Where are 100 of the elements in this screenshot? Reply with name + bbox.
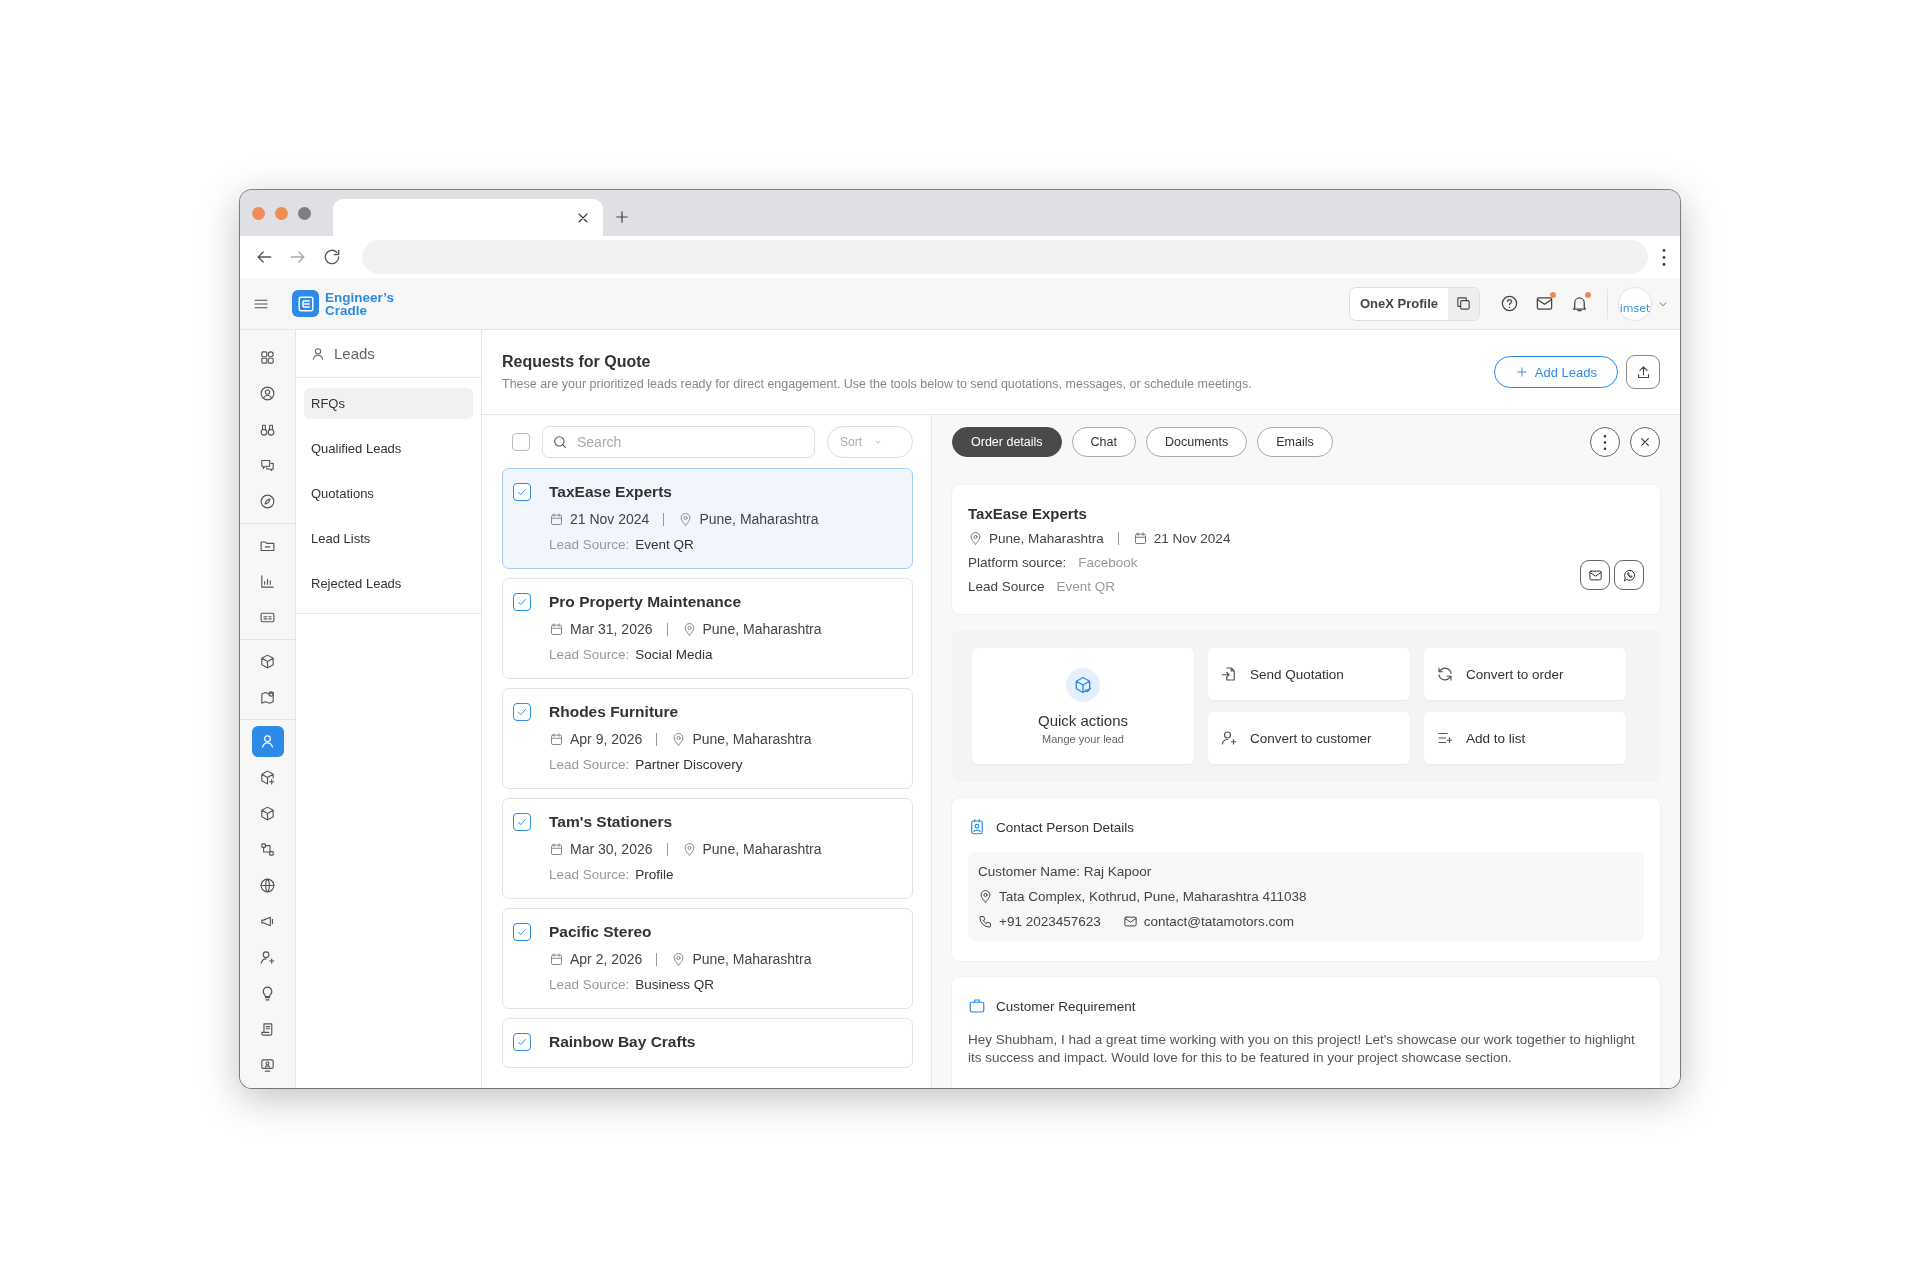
lead-card[interactable]: Pro Property Maintenance Mar 31, 2026 Pune, Maharashtra Lead Source: Social Media: [502, 578, 913, 679]
subnav-item[interactable]: Rejected Leads: [304, 568, 473, 599]
lead-card[interactable]: Rainbow Bay Crafts: [502, 1018, 913, 1068]
lead-source-label: Lead Source: [968, 579, 1045, 594]
address-text: Tata Complex, Kothrud, Pune, Maharashtra 411038: [999, 889, 1307, 904]
lead-date: Mar 31, 2026: [570, 621, 653, 637]
email-button[interactable]: [1580, 560, 1610, 590]
section-title: Leads: [334, 345, 375, 362]
lead-source-label: Lead Source:: [549, 757, 630, 772]
quick-actions-subtitle: Mange your lead: [1042, 732, 1124, 745]
page-title: Requests for Quote: [502, 353, 652, 371]
lead-source: Social Media: [635, 647, 713, 662]
send-file-icon: [1220, 665, 1238, 683]
bell-icon: [1570, 294, 1589, 313]
subnav-item[interactable]: Lead Lists: [304, 523, 473, 554]
quick-action-button[interactable]: Convert to order: [1424, 648, 1626, 700]
logo-text: Engineer’s Cradle: [325, 290, 395, 317]
date-text: 21 Nov 2024: [1153, 531, 1231, 546]
subnav-item[interactable]: RFQs: [304, 388, 473, 419]
requirement-text: Hey Shubham, I had a great time working with you on this project! Let's showcase our work together to highlight its success and impact. Would love for this to be featured in your project showcase section.: [968, 1031, 1636, 1067]
mail-icon: [1535, 294, 1554, 313]
lead-checkbox[interactable]: [513, 703, 531, 721]
user-icon: [310, 345, 326, 362]
calendar-icon: [1132, 531, 1148, 546]
user-plus-icon: [1220, 729, 1238, 747]
page-subtitle: These are your prioritized leads ready for direct engagement. Use the tools below to send quotations, messages, or schedule meetings.: [502, 377, 1253, 391]
calendar-icon: [549, 951, 564, 967]
lead-source: Event QR: [635, 537, 694, 552]
lead-checkbox[interactable]: [513, 813, 531, 831]
lead-source: Business QR: [635, 977, 715, 992]
location-pin-icon: [968, 531, 983, 546]
more-options-button[interactable]: [1590, 427, 1620, 457]
upload-button[interactable]: [1626, 355, 1660, 389]
lead-checkbox[interactable]: [513, 483, 531, 501]
detail-tab[interactable]: Order details: [952, 427, 1062, 457]
lead-name: Tam's Stationers: [549, 813, 674, 831]
lead-checkbox[interactable]: [513, 593, 531, 611]
lead-source-label: Lead Source:: [549, 977, 630, 992]
quick-action-button[interactable]: Add to list: [1424, 712, 1626, 764]
lead-date: Apr 9, 2026: [570, 731, 643, 747]
lead-location: Pune, Maharashtra: [699, 511, 819, 527]
lead-name: Pacific Stereo: [549, 923, 653, 941]
calendar-icon: [549, 731, 564, 747]
briefcase-icon: [968, 997, 986, 1015]
lead-source-label: Lead Source:: [549, 537, 630, 552]
lead-card[interactable]: Pacific Stereo Apr 2, 2026 Pune, Maharashtra Lead Source: Business QR: [502, 908, 913, 1009]
quick-action-button[interactable]: Send Quotation: [1208, 648, 1410, 700]
whatsapp-button[interactable]: [1614, 560, 1644, 590]
reload-icon: [322, 247, 342, 267]
add-leads-button[interactable]: Add Leads: [1493, 356, 1618, 388]
mail-icon: [1587, 567, 1603, 583]
mail-icon: [1122, 914, 1138, 929]
lead-source-label: Lead Source:: [549, 867, 630, 882]
lead-checkbox[interactable]: [513, 1033, 531, 1051]
lead-checkbox[interactable]: [513, 923, 531, 941]
lead-date: Apr 2, 2026: [570, 951, 643, 967]
customer-name: Customer Name: Raj Kapoor: [978, 864, 1153, 879]
user-icon[interactable]: [251, 726, 284, 757]
close-button[interactable]: [1630, 427, 1660, 457]
lead-location: Pune, Maharashtra: [692, 951, 812, 967]
lead-card[interactable]: Tam's Stationers Mar 30, 2026 Pune, Maharashtra Lead Source: Profile: [502, 798, 913, 899]
lead-source: Partner Discovery: [635, 757, 743, 772]
phone-text: +91 2023457623: [999, 914, 1101, 929]
logo-icon: [292, 290, 319, 317]
search-field[interactable]: Search: [542, 426, 815, 458]
platform-source-value: Facebook: [1078, 555, 1138, 570]
email-text: contact@tatamotors.com: [1143, 914, 1294, 929]
quick-actions-title: Quick actions: [1037, 711, 1128, 729]
more-vertical-icon: [1603, 434, 1607, 450]
lead-source: Profile: [635, 867, 674, 882]
lead-card[interactable]: TaxEase Experts 21 Nov 2024 Pune, Maharashtra Lead Source: Event QR: [502, 468, 913, 569]
select-all-checkbox[interactable]: [512, 433, 530, 451]
calendar-icon: [549, 511, 564, 527]
calendar-icon: [549, 621, 564, 637]
lead-source-value: Event QR: [1056, 579, 1116, 594]
detail-tab[interactable]: Emails: [1257, 427, 1333, 457]
quick-action-button[interactable]: Convert to customer: [1208, 712, 1410, 764]
detail-tab[interactable]: Chat: [1071, 427, 1136, 457]
platform-source-label: Platform source:: [968, 555, 1067, 570]
maximize-window-button[interactable]: [298, 206, 311, 220]
box-check-icon: [1073, 674, 1093, 695]
section-title: Contact Person Details: [996, 819, 1135, 835]
lead-date: Mar 30, 2026: [570, 841, 653, 857]
lead-location: Pune, Maharashtra: [692, 731, 812, 747]
lead-date: 21 Nov 2024: [570, 511, 650, 527]
subnav-item[interactable]: Qualified Leads: [304, 433, 473, 464]
lead-source-label: Lead Source:: [549, 647, 630, 662]
phone-icon: [978, 914, 993, 929]
more-vertical-icon[interactable]: [1662, 248, 1666, 266]
detail-tab[interactable]: Documents: [1145, 427, 1248, 457]
lead-name: Rhodes Furniture: [549, 703, 680, 721]
contact-card-icon: [968, 818, 986, 836]
profile-button[interactable]: OneX Profile: [1349, 287, 1448, 320]
lead-location: Pune, Maharashtra: [702, 841, 822, 857]
subnav-item[interactable]: Quotations: [304, 478, 473, 509]
section-title: Customer Requirement: [996, 998, 1136, 1014]
lead-card[interactable]: Rhodes Furniture Apr 9, 2026 Pune, Maharashtra Lead Source: Partner Discovery: [502, 688, 913, 789]
location-text: Pune, Maharashtra: [989, 531, 1104, 546]
company-name: TaxEase Experts: [968, 505, 1088, 522]
refresh-icon: [1436, 665, 1454, 683]
